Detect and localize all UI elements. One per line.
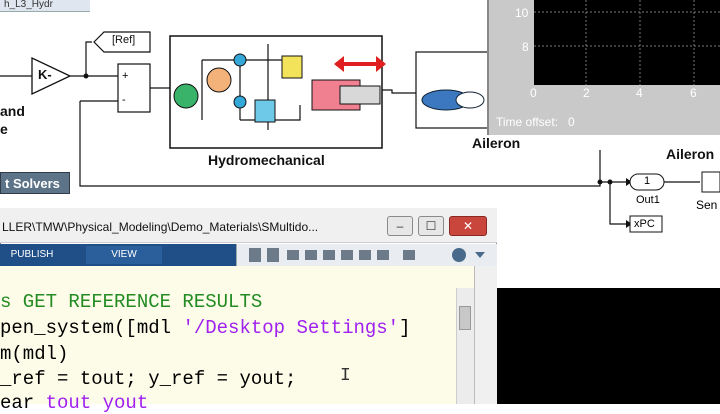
xpc-label: xPC [634, 218, 655, 230]
scope-xtick: 6 [690, 86, 697, 100]
editor-scrollbar[interactable] [456, 288, 474, 404]
new-icon [249, 248, 261, 262]
outport-label: Out1 [636, 194, 660, 206]
editor-line-gutter [0, 266, 474, 288]
aileron-right-label: Aileron [666, 146, 715, 162]
hydromechanical-label: Hydromechanical [208, 152, 325, 168]
scope-xtick: 4 [636, 86, 643, 100]
scope-xtick: 2 [583, 86, 590, 100]
save-icon [267, 248, 279, 262]
undo-icon [341, 250, 353, 260]
help-icon [452, 248, 466, 262]
quick-access-toolbar [236, 244, 497, 266]
minimize-button[interactable]: – [387, 216, 413, 236]
outport-number: 1 [644, 175, 651, 187]
code-area[interactable]: s GET REFERENCE RESULTS pen_system([mdl … [0, 288, 456, 414]
close-button[interactable]: ✕ [449, 216, 487, 236]
tab-view[interactable]: VIEW [86, 246, 162, 264]
left-label-2: e [0, 121, 8, 137]
cut-icon [287, 250, 299, 260]
switch-icon [377, 250, 389, 260]
copy-icon [305, 250, 317, 260]
ref-goto-label: [Ref] [112, 34, 136, 46]
left-label-1: and [0, 103, 25, 119]
editor-right-margin [474, 266, 497, 404]
scope-ytick: 10 [515, 6, 529, 20]
sensor-label: Sen [696, 198, 718, 212]
desktop-background [497, 288, 720, 404]
text-cursor: I [340, 366, 351, 386]
time-offset-label: Time offset: [496, 115, 559, 129]
time-offset-value: 0 [568, 115, 575, 129]
tab-publish[interactable]: PUBLISH [2, 246, 62, 264]
scope-plot [534, 0, 720, 85]
sum-minus: - [122, 94, 126, 106]
chevron-down-icon [475, 252, 485, 258]
scope-ytick: 8 [522, 40, 529, 54]
sum-plus: + [122, 70, 129, 82]
gain-label: K- [38, 67, 52, 82]
solvers-button[interactable]: t Solvers [0, 172, 70, 194]
code-line-5: ear tout yout [0, 392, 149, 414]
scroll-thumb[interactable] [459, 306, 471, 330]
aileron-label: Aileron [472, 135, 521, 151]
paste-icon [323, 250, 335, 260]
maximize-button[interactable]: ☐ [418, 216, 444, 236]
code-line-3: m(mdl) [0, 343, 69, 365]
redo-icon [359, 250, 371, 260]
print-icon [403, 250, 415, 260]
editor-path: LLER\TMW\Physical_Modeling\Demo_Material… [2, 220, 319, 234]
code-line-2: pen_system([mdl '/Desktop Settings'] [0, 317, 411, 339]
scope-xtick: 0 [530, 86, 537, 100]
code-line-4: _ref = tout; y_ref = yout; [0, 368, 297, 390]
code-line-1: s GET REFERENCE RESULTS [0, 291, 263, 313]
